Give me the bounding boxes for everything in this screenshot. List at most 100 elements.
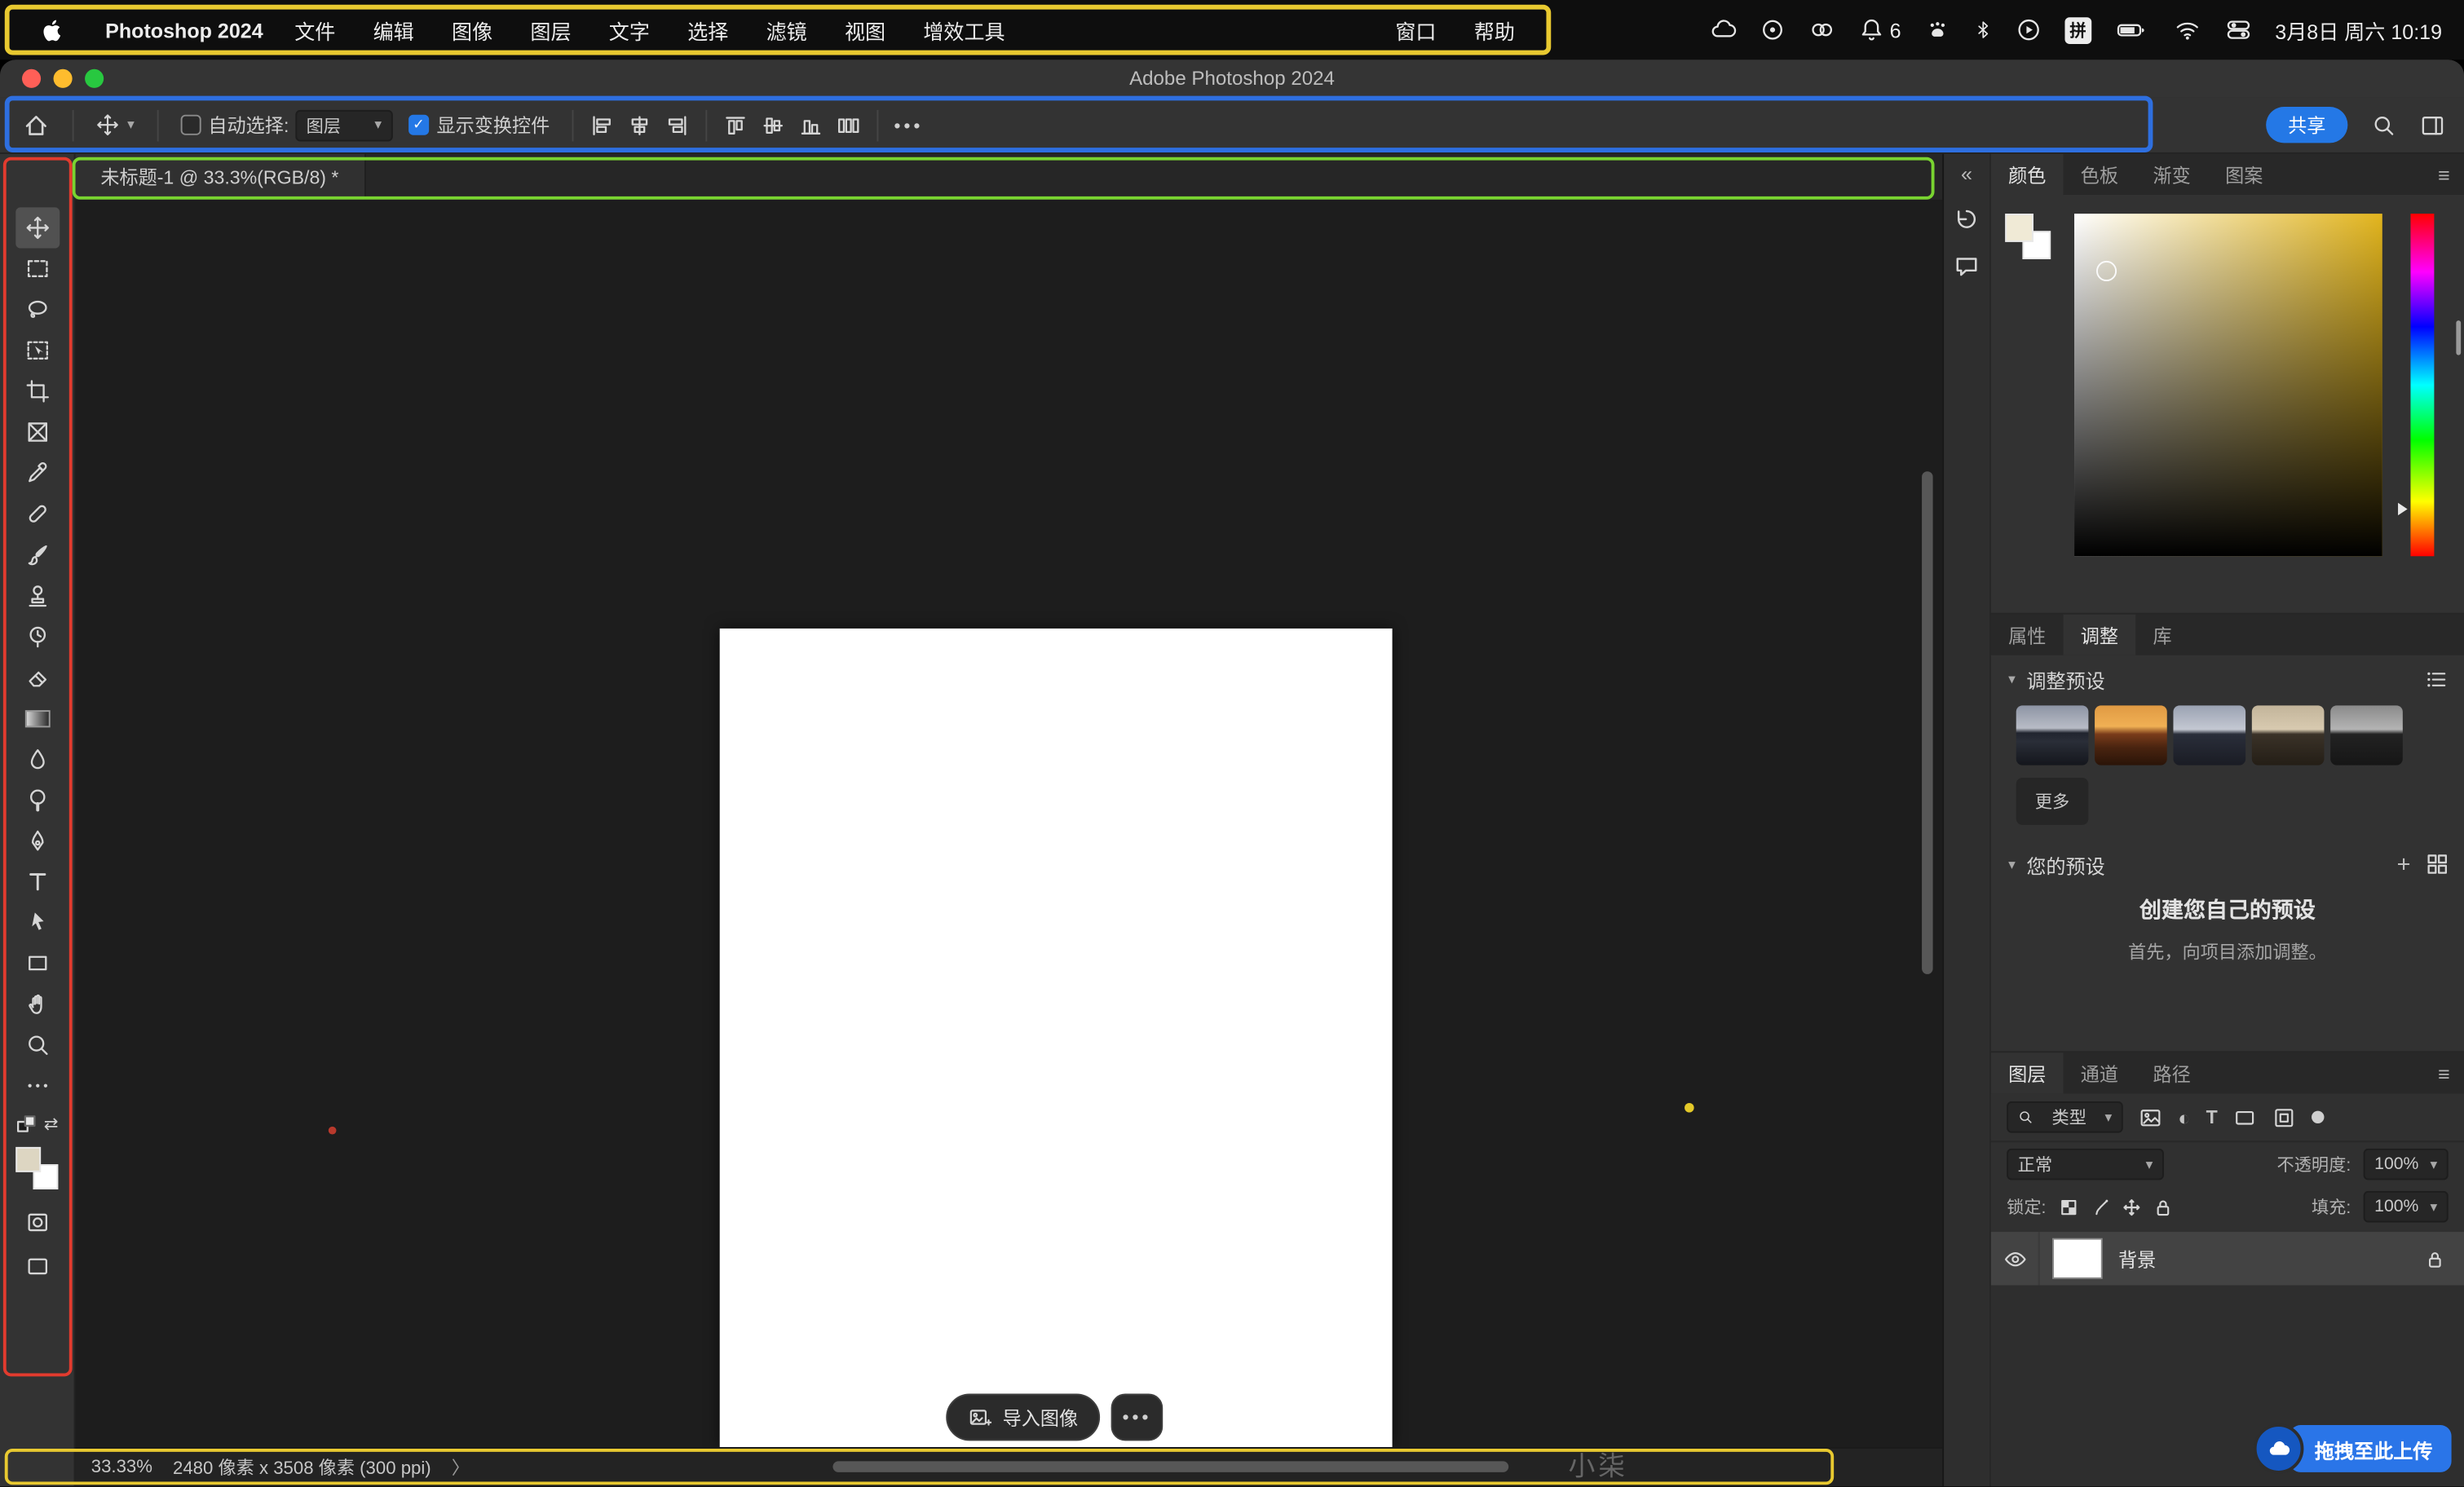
preset-thumbnail[interactable] bbox=[2252, 705, 2325, 765]
hue-slider[interactable] bbox=[2410, 214, 2434, 556]
control-center-icon[interactable] bbox=[2225, 17, 2252, 42]
drag-to-upload-button[interactable]: 拖拽至此上传 bbox=[2290, 1425, 2452, 1472]
auto-select-target-dropdown[interactable]: 图层▾ bbox=[295, 109, 392, 141]
menu-image[interactable]: 图像 bbox=[433, 15, 511, 45]
tab-adjustments[interactable]: 调整 bbox=[2064, 615, 2136, 655]
align-left-icon[interactable] bbox=[590, 113, 615, 138]
document-page[interactable] bbox=[720, 629, 1393, 1447]
search-icon[interactable] bbox=[2371, 113, 2396, 138]
menu-plugins[interactable]: 增效工具 bbox=[904, 15, 1024, 45]
preset-thumbnail[interactable] bbox=[2330, 705, 2403, 765]
home-button[interactable] bbox=[22, 111, 51, 139]
swap-colors-icon[interactable]: ⇄ bbox=[44, 1116, 59, 1133]
comments-panel-icon[interactable] bbox=[1954, 253, 1980, 280]
clone-stamp-tool[interactable] bbox=[15, 575, 59, 616]
status-chevron-icon[interactable]: 〉 bbox=[452, 1455, 470, 1480]
adjustment-layer-filter-icon[interactable]: ◐ bbox=[2178, 1107, 2190, 1127]
healing-brush-tool[interactable] bbox=[15, 493, 59, 534]
move-tool[interactable] bbox=[15, 207, 59, 248]
menu-window[interactable]: 窗口 bbox=[1376, 15, 1455, 45]
screen-record-icon[interactable] bbox=[1760, 17, 1785, 42]
history-brush-tool[interactable] bbox=[15, 616, 59, 657]
blur-tool[interactable] bbox=[15, 739, 59, 779]
dodge-tool[interactable] bbox=[15, 779, 59, 820]
share-button[interactable]: 共享 bbox=[2266, 107, 2347, 143]
lock-all-icon[interactable] bbox=[2153, 1197, 2174, 1217]
tab-paths[interactable]: 路径 bbox=[2135, 1052, 2208, 1093]
import-image-button[interactable]: 导入图像 bbox=[946, 1394, 1100, 1441]
tab-properties[interactable]: 属性 bbox=[1991, 615, 2064, 655]
lock-image-icon[interactable] bbox=[2090, 1197, 2110, 1217]
tab-patterns[interactable]: 图案 bbox=[2208, 154, 2281, 195]
fill-field[interactable]: 100% ▾ bbox=[2364, 1191, 2449, 1223]
frame-tool[interactable] bbox=[15, 412, 59, 452]
layer-filter-dropdown[interactable]: 类型 ▾ bbox=[2007, 1101, 2123, 1133]
path-selection-tool[interactable] bbox=[15, 902, 59, 942]
zoom-tool[interactable] bbox=[15, 1025, 59, 1066]
collapse-panels-icon[interactable]: « bbox=[1961, 162, 1972, 186]
workspace-icon[interactable] bbox=[2420, 113, 2445, 138]
align-center-h-icon[interactable] bbox=[627, 113, 652, 138]
zoom-button[interactable] bbox=[85, 69, 104, 88]
tab-layers[interactable]: 图层 bbox=[1991, 1052, 2064, 1093]
auto-select-checkbox[interactable]: 自动选择: bbox=[180, 112, 289, 139]
creative-cloud-icon[interactable] bbox=[1808, 17, 1835, 42]
tab-channels[interactable]: 通道 bbox=[2064, 1052, 2136, 1093]
menu-layer[interactable]: 图层 bbox=[511, 15, 590, 45]
cloud-sync-icon[interactable] bbox=[1709, 17, 1736, 42]
crop-tool[interactable] bbox=[15, 371, 59, 412]
eraser-tool[interactable] bbox=[15, 657, 59, 698]
shape-layer-filter-icon[interactable] bbox=[2233, 1105, 2257, 1129]
notifications[interactable]: 6 bbox=[1858, 17, 1901, 42]
apple-menu[interactable] bbox=[22, 16, 83, 43]
battery-icon[interactable] bbox=[2115, 17, 2149, 42]
import-more-button[interactable]: ••• bbox=[1111, 1394, 1164, 1441]
type-tool[interactable] bbox=[15, 861, 59, 902]
minimize-button[interactable] bbox=[54, 69, 73, 88]
close-button[interactable] bbox=[22, 69, 41, 88]
horizontal-scrollbar[interactable] bbox=[832, 1461, 1508, 1472]
edit-toolbar-button[interactable] bbox=[15, 1066, 59, 1106]
list-view-icon[interactable] bbox=[2425, 667, 2449, 691]
tab-gradients[interactable]: 渐变 bbox=[2135, 154, 2208, 195]
align-middle-icon[interactable] bbox=[761, 113, 786, 138]
more-presets-button[interactable]: 更多 bbox=[2016, 778, 2089, 825]
preset-thumbnail[interactable] bbox=[2173, 705, 2245, 765]
marquee-tool[interactable] bbox=[15, 249, 59, 289]
dock-scrollbar[interactable] bbox=[2456, 320, 2461, 355]
gradient-tool[interactable] bbox=[15, 698, 59, 739]
layer-visibility-toggle[interactable] bbox=[1991, 1232, 2040, 1286]
lock-position-icon[interactable] bbox=[2122, 1197, 2142, 1217]
smart-object-filter-icon[interactable] bbox=[2272, 1105, 2296, 1129]
align-top-icon[interactable] bbox=[722, 113, 748, 138]
layer-row-background[interactable]: 背景 bbox=[1991, 1232, 2464, 1286]
tool-preset-dropdown[interactable]: ▾ bbox=[96, 113, 135, 137]
align-bottom-icon[interactable] bbox=[798, 113, 824, 138]
panel-menu-icon[interactable]: ≡ bbox=[2438, 1052, 2450, 1093]
adjustment-presets-header[interactable]: ▾ 调整预设 bbox=[1991, 655, 2464, 703]
show-transform-checkbox[interactable]: ✓显示变换控件 bbox=[408, 112, 550, 139]
opacity-field[interactable]: 100% ▾ bbox=[2364, 1149, 2449, 1180]
hue-slider-marker[interactable] bbox=[2398, 503, 2408, 515]
menu-help[interactable]: 帮助 bbox=[1455, 15, 1534, 45]
layer-lock-badge[interactable] bbox=[2425, 1248, 2445, 1269]
wifi-icon[interactable] bbox=[2173, 17, 2201, 42]
color-swatches[interactable] bbox=[15, 1147, 58, 1189]
foreground-color-swatch[interactable] bbox=[2005, 214, 2033, 242]
add-preset-icon[interactable]: + bbox=[2397, 853, 2411, 876]
paw-icon[interactable] bbox=[1925, 17, 1950, 42]
tab-swatches[interactable]: 色板 bbox=[2064, 154, 2136, 195]
blend-mode-dropdown[interactable]: 正常 ▾ bbox=[2007, 1149, 2164, 1180]
distribute-icon[interactable] bbox=[836, 113, 861, 138]
window-titlebar[interactable]: Adobe Photoshop 2024 bbox=[0, 60, 2464, 99]
menubar-clock[interactable]: 3月8日 周六 10:19 bbox=[2275, 15, 2442, 45]
lock-transparency-icon[interactable] bbox=[2059, 1197, 2079, 1217]
history-panel-icon[interactable] bbox=[1954, 205, 1980, 232]
rectangle-tool[interactable] bbox=[15, 942, 59, 983]
tab-libraries[interactable]: 库 bbox=[2135, 615, 2189, 655]
menu-edit[interactable]: 编辑 bbox=[354, 15, 432, 45]
quick-mask-button[interactable] bbox=[15, 1202, 59, 1242]
document-tab[interactable]: 未标题-1 @ 33.3%(RGB/8) * bbox=[76, 154, 366, 200]
type-layer-filter-icon[interactable]: T bbox=[2206, 1108, 2218, 1127]
panel-menu-icon[interactable]: ≡ bbox=[2438, 154, 2450, 195]
